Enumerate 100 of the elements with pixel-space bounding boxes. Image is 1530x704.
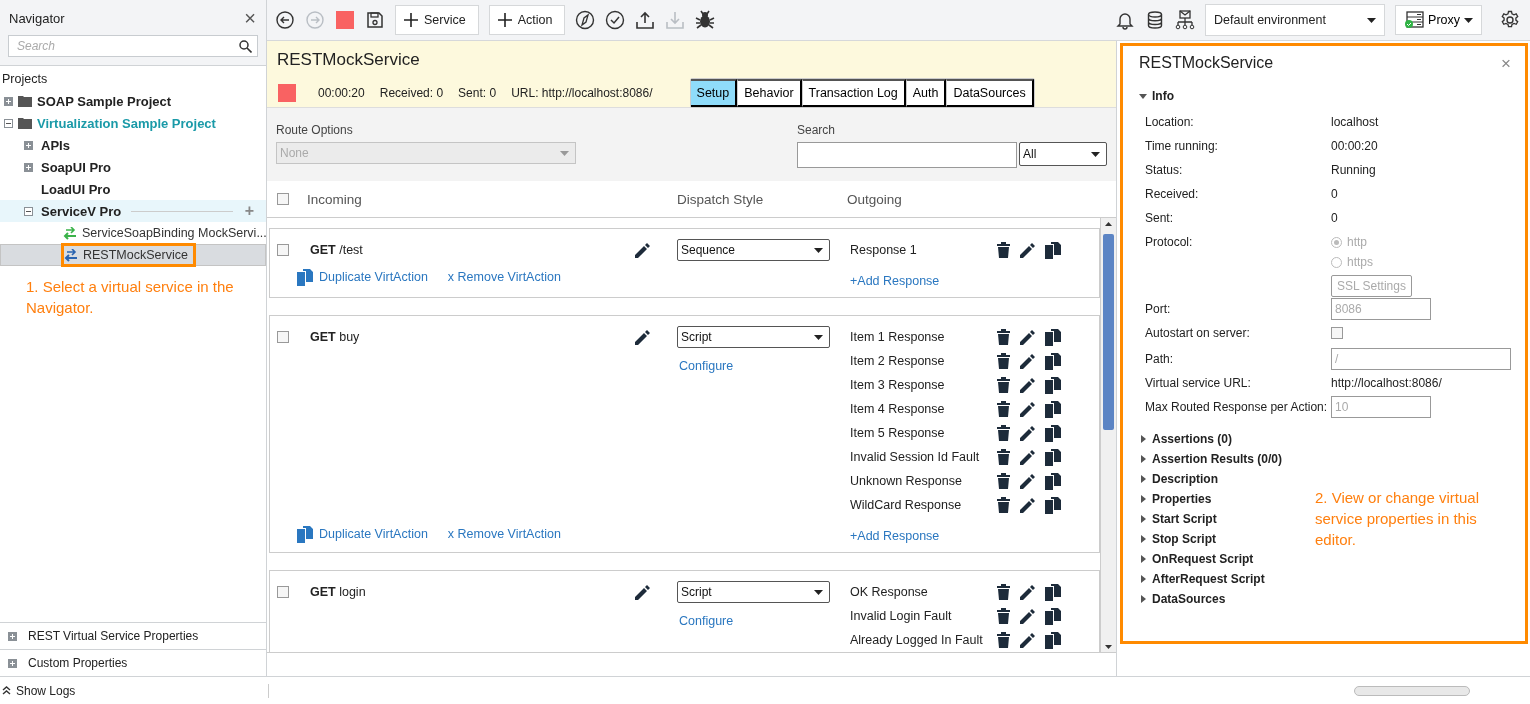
upload-icon[interactable] bbox=[635, 10, 656, 30]
copy-icon[interactable] bbox=[1045, 631, 1061, 649]
dispatch-style-dropdown[interactable]: Sequence bbox=[677, 239, 830, 261]
copy-icon[interactable] bbox=[1045, 448, 1061, 466]
trash-icon[interactable] bbox=[997, 377, 1010, 393]
add-response-link[interactable]: +Add Response bbox=[850, 529, 940, 543]
copy-icon[interactable] bbox=[1045, 376, 1061, 394]
bell-icon[interactable] bbox=[1115, 10, 1136, 30]
collapse-icon[interactable] bbox=[4, 118, 13, 128]
trash-icon[interactable] bbox=[997, 632, 1010, 648]
back-icon[interactable] bbox=[275, 10, 295, 30]
section-header[interactable]: Description bbox=[1139, 469, 1218, 489]
copy-icon[interactable] bbox=[1045, 472, 1061, 490]
pencil-icon[interactable] bbox=[1019, 328, 1036, 346]
checkbox[interactable] bbox=[1331, 327, 1343, 339]
tree-row[interactable]: APIs bbox=[0, 134, 266, 156]
tab[interactable]: Behavior bbox=[737, 79, 802, 107]
expand-icon[interactable] bbox=[4, 96, 13, 106]
tab[interactable]: Transaction Log bbox=[801, 79, 906, 107]
pencil-icon[interactable] bbox=[634, 328, 651, 346]
copy-icon[interactable] bbox=[1045, 607, 1061, 625]
section-header[interactable]: Assertions (0) bbox=[1139, 429, 1233, 449]
checkbox[interactable] bbox=[277, 331, 289, 343]
copy-icon[interactable] bbox=[1045, 496, 1061, 514]
tree-item-label[interactable]: ServiceSoapBinding MockServi... bbox=[82, 226, 267, 240]
stop-icon[interactable] bbox=[335, 10, 355, 30]
tab[interactable]: DataSources bbox=[946, 79, 1034, 107]
section-header[interactable]: AfterRequest Script bbox=[1139, 569, 1265, 589]
checkbox[interactable] bbox=[277, 586, 289, 598]
duplicate-link[interactable]: Duplicate VirtAction bbox=[319, 527, 428, 541]
add-button[interactable]: Service bbox=[395, 5, 479, 35]
remove-link[interactable]: x Remove VirtAction bbox=[447, 270, 561, 284]
pencil-icon[interactable] bbox=[634, 241, 651, 259]
caret-icon[interactable] bbox=[1139, 475, 1147, 483]
tree-item-label[interactable]: ServiceV Pro bbox=[41, 203, 122, 219]
dispatch-style-dropdown[interactable]: Script bbox=[677, 581, 830, 603]
scrollbar[interactable] bbox=[1354, 685, 1470, 696]
tree-row[interactable]: LoadUI Pro bbox=[0, 178, 266, 200]
section-header[interactable]: Start Script bbox=[1139, 509, 1217, 529]
close-button[interactable]: × bbox=[1501, 54, 1511, 74]
expand-icon[interactable] bbox=[24, 162, 33, 172]
environment-dropdown[interactable]: Default environment bbox=[1205, 4, 1386, 36]
trash-icon[interactable] bbox=[997, 401, 1010, 417]
close-button[interactable]: × bbox=[244, 8, 256, 28]
section-header[interactable]: Properties bbox=[1139, 489, 1212, 509]
configure-link[interactable]: Configure bbox=[677, 614, 850, 628]
copy-icon[interactable] bbox=[1045, 583, 1061, 601]
caret-icon[interactable] bbox=[1139, 575, 1147, 583]
trash-icon[interactable] bbox=[997, 497, 1010, 513]
pencil-icon[interactable] bbox=[1019, 241, 1036, 259]
caret-icon[interactable] bbox=[1139, 92, 1147, 100]
trash-icon[interactable] bbox=[997, 353, 1010, 369]
remove-link[interactable]: x Remove VirtAction bbox=[447, 527, 561, 541]
checkbox[interactable] bbox=[277, 193, 289, 205]
save-icon[interactable] bbox=[365, 10, 385, 30]
pencil-icon[interactable] bbox=[1019, 583, 1036, 601]
tree-item-label[interactable]: APIs bbox=[41, 137, 70, 153]
tree-item-label[interactable]: LoadUI Pro bbox=[41, 181, 111, 197]
copy-icon[interactable] bbox=[1045, 328, 1061, 346]
trash-icon[interactable] bbox=[997, 584, 1010, 600]
scrollbar[interactable] bbox=[1100, 218, 1116, 652]
copy-icon[interactable] bbox=[1045, 424, 1061, 442]
pencil-icon[interactable] bbox=[1019, 472, 1036, 490]
caret-icon[interactable] bbox=[1139, 515, 1147, 523]
tree-item-label[interactable]: SoapUI Pro bbox=[41, 159, 112, 175]
dispatch-style-dropdown[interactable]: Script bbox=[677, 326, 830, 348]
pencil-icon[interactable] bbox=[1019, 607, 1036, 625]
expand-icon[interactable] bbox=[24, 140, 33, 150]
stop-icon[interactable] bbox=[277, 83, 297, 103]
add-response-link[interactable]: +Add Response bbox=[850, 274, 940, 288]
filter-dropdown[interactable]: All bbox=[1019, 142, 1107, 166]
tree-row[interactable]: RESTMockService bbox=[0, 244, 266, 266]
copy-icon[interactable] bbox=[1045, 241, 1061, 259]
tree-row[interactable]: ServiceV Pro + bbox=[0, 200, 266, 222]
trash-icon[interactable] bbox=[997, 329, 1010, 345]
tree-item-label[interactable]: RESTMockService bbox=[83, 248, 188, 262]
tab[interactable]: Setup bbox=[690, 79, 738, 107]
expand-icon[interactable] bbox=[8, 631, 17, 641]
panel-label[interactable]: REST Virtual Service Properties bbox=[28, 629, 199, 643]
tree-row[interactable]: SOAP Sample Project bbox=[0, 90, 266, 112]
settings-icon[interactable] bbox=[1500, 10, 1520, 30]
bug-icon[interactable] bbox=[695, 10, 716, 30]
caret-icon[interactable] bbox=[1139, 455, 1147, 463]
tab[interactable]: Auth bbox=[905, 79, 947, 107]
checkbox[interactable] bbox=[277, 244, 289, 256]
caret-icon[interactable] bbox=[1139, 495, 1147, 503]
caret-icon[interactable] bbox=[1139, 435, 1147, 443]
pencil-icon[interactable] bbox=[634, 583, 651, 601]
section-header[interactable]: Assertion Results (0/0) bbox=[1139, 449, 1283, 469]
network-icon[interactable] bbox=[1175, 10, 1196, 30]
pencil-icon[interactable] bbox=[1019, 400, 1036, 418]
pencil-icon[interactable] bbox=[1019, 496, 1036, 514]
pencil-icon[interactable] bbox=[1019, 376, 1036, 394]
tree-row[interactable]: SoapUI Pro bbox=[0, 156, 266, 178]
trash-icon[interactable] bbox=[997, 449, 1010, 465]
panel-label[interactable]: Custom Properties bbox=[28, 656, 128, 670]
compass-icon[interactable] bbox=[575, 10, 596, 30]
check-icon[interactable] bbox=[605, 10, 626, 30]
pencil-icon[interactable] bbox=[1019, 631, 1036, 649]
collapse-icon[interactable] bbox=[24, 206, 33, 216]
